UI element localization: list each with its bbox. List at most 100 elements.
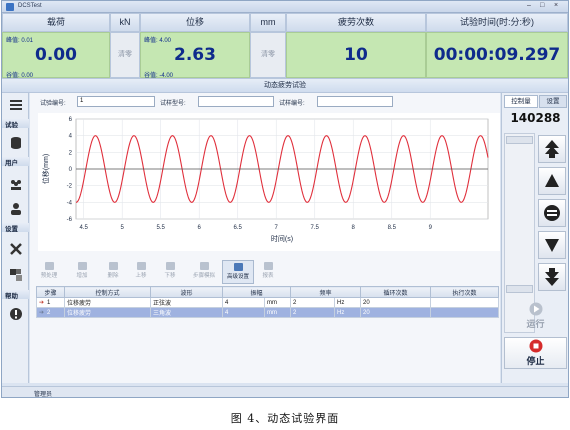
slider-thumb[interactable] — [506, 136, 533, 144]
displacement-value: 2.63 — [174, 45, 216, 65]
table-cell[interactable]: 2 — [290, 307, 336, 318]
table-cell[interactable]: 位移疲劳 — [64, 307, 151, 318]
stop-jog-button[interactable] — [538, 199, 566, 227]
main-area: 试验编号: 1 试样型号: 试样编号: 6 4 2 0 -2 -4 -6 4.5 5 5.5 6 6… — [30, 93, 500, 383]
info-icon[interactable] — [9, 307, 23, 321]
nav-section-test[interactable]: 试验 — [2, 119, 29, 129]
x-tick-label: 6 — [198, 225, 202, 231]
x-ticks: 4.5 5 5.5 6 6.5 7 7.5 8 8.5 9 — [80, 225, 433, 231]
test-no-field[interactable]: 1 — [77, 96, 155, 107]
load-zero-button[interactable]: 清零 — [110, 32, 140, 78]
close-button[interactable]: × — [554, 2, 558, 9]
toolbar-button-1[interactable]: 增加 — [68, 260, 96, 284]
maximize-button[interactable]: □ — [540, 2, 544, 9]
table-cell[interactable]: 20 — [360, 307, 432, 318]
arrow-right-icon: ➔ — [39, 310, 45, 316]
x-axis-label: 时间(s) — [271, 234, 293, 243]
stop-button[interactable]: 停止 — [504, 337, 567, 369]
table-cell: Hz — [334, 307, 362, 318]
tiles-icon[interactable] — [9, 268, 23, 282]
load-peak: 峰值: 0.01 — [6, 38, 34, 44]
report-icon — [263, 262, 273, 270]
down-button[interactable] — [538, 231, 566, 259]
table-cell[interactable]: 2 — [290, 297, 336, 308]
step-cell: ➔ 2 — [36, 307, 65, 318]
specimen-no-field[interactable] — [317, 96, 393, 107]
load-value: 0.00 — [35, 45, 77, 65]
y-tick-label: -4 — [67, 200, 73, 206]
stop-jog-icon — [544, 205, 560, 221]
fast-down-button[interactable] — [538, 263, 566, 291]
step-cell: ➔ 1 — [36, 297, 65, 308]
toolbar-button-5[interactable]: 步骤模拟 — [188, 260, 220, 284]
toolbar-label: 预处理 — [40, 273, 58, 279]
time-label: 试验时间(时:分:秒) — [426, 13, 568, 32]
control-panel: 控制量 设置 140288 运行 停止 — [501, 93, 568, 383]
toolbar-label: 上移 — [135, 273, 147, 279]
table-cell[interactable]: 4 — [222, 307, 265, 318]
control-count: 140288 — [510, 111, 561, 125]
menu-icon[interactable] — [9, 98, 23, 112]
readout-panel: 载荷 kN 峰值: 0.01 0.00 谷值: 0.00 清零 位移 mm 峰值… — [2, 13, 568, 79]
table-cell: mm — [263, 307, 292, 318]
step-toolbar: 预处理 增加 删除 上移 下移 步骤模拟 高级设置 报表 — [30, 260, 500, 284]
nav-section-user[interactable]: 用户 — [2, 157, 29, 167]
wrench-icon[interactable] — [9, 242, 23, 256]
toolbar-button-2[interactable]: 删除 — [100, 260, 126, 284]
table-row[interactable]: ➔ 2 位移疲劳 三角波 4 mm 2 Hz 20 — [36, 307, 500, 318]
toolbar-button-3[interactable]: 上移 — [128, 260, 154, 284]
up-button[interactable] — [538, 167, 566, 195]
toolbar-button-0[interactable]: 预处理 — [34, 260, 64, 284]
toolbar-button-6[interactable]: 高级设置 — [222, 260, 254, 284]
table-cell: Hz — [334, 297, 362, 308]
table-cell[interactable]: 正弦波 — [150, 297, 223, 308]
section-title: 动态疲劳试验 — [2, 78, 568, 93]
app-window: DCSTest – □ × 载荷 kN 峰值: 0.01 0.00 谷值: 0.… — [1, 0, 569, 398]
fast-up-button[interactable] — [538, 135, 566, 163]
toolbar-button-4[interactable]: 下移 — [156, 260, 184, 284]
add-icon — [77, 262, 87, 270]
slider-thumb[interactable] — [506, 285, 533, 293]
window-title: DCSTest — [18, 3, 42, 9]
fatigue-label: 疲劳次数 — [286, 13, 426, 32]
database-icon[interactable] — [9, 136, 23, 150]
toolbar-label: 删除 — [107, 273, 119, 279]
specimen-type-label: 试样型号: — [160, 101, 186, 107]
step-number: 1 — [47, 300, 51, 306]
table-cell[interactable]: 4 — [222, 297, 265, 308]
users-icon[interactable] — [9, 178, 23, 192]
title-bar: DCSTest – □ × — [2, 1, 568, 13]
y-axis-label: 位移(mm) — [41, 154, 50, 184]
x-tick-label: 8 — [352, 225, 356, 231]
table-row[interactable]: ➔ 1 位移疲劳 正弦波 4 mm 2 Hz 20 — [36, 297, 500, 308]
displacement-display: 峰值: 4.00 2.63 谷值: -4.00 — [140, 32, 250, 79]
advanced-settings-icon — [233, 263, 243, 271]
nav-section-help[interactable]: 帮助 — [2, 290, 29, 300]
tab-settings[interactable]: 设置 — [539, 95, 567, 108]
stop-icon — [529, 339, 542, 353]
toolbar-label: 增加 — [76, 273, 88, 279]
tab-control[interactable]: 控制量 — [504, 95, 538, 108]
toolbar-button-7[interactable]: 报表 — [256, 260, 280, 284]
load-label: 载荷 — [2, 13, 110, 32]
time-value: 00:00:09.297 — [433, 45, 561, 65]
left-nav: 试验 用户 设置 帮助 — [2, 93, 29, 383]
displacement-zero-button[interactable]: 清零 — [250, 32, 286, 78]
y-tick-label: 0 — [69, 167, 73, 173]
specimen-type-field[interactable] — [198, 96, 274, 107]
app-icon — [6, 3, 14, 11]
nav-section-settings[interactable]: 设置 — [2, 223, 29, 233]
table-cell — [430, 307, 500, 318]
col-control-mode: 控制方式 — [64, 286, 151, 298]
user-icon[interactable] — [9, 202, 23, 216]
table-cell[interactable]: 20 — [360, 297, 432, 308]
arrow-right-icon: ➔ — [39, 300, 45, 306]
table-cell[interactable]: 三角波 — [150, 307, 223, 318]
toolbar-label: 高级设置 — [226, 274, 249, 280]
y-tick-label: 6 — [69, 117, 73, 123]
run-button[interactable]: 运行 — [504, 301, 567, 333]
table-cell[interactable]: 位移疲劳 — [64, 297, 151, 308]
simulate-icon — [199, 262, 209, 270]
y-tick-label: 2 — [69, 150, 73, 156]
minimize-button[interactable]: – — [527, 2, 531, 9]
